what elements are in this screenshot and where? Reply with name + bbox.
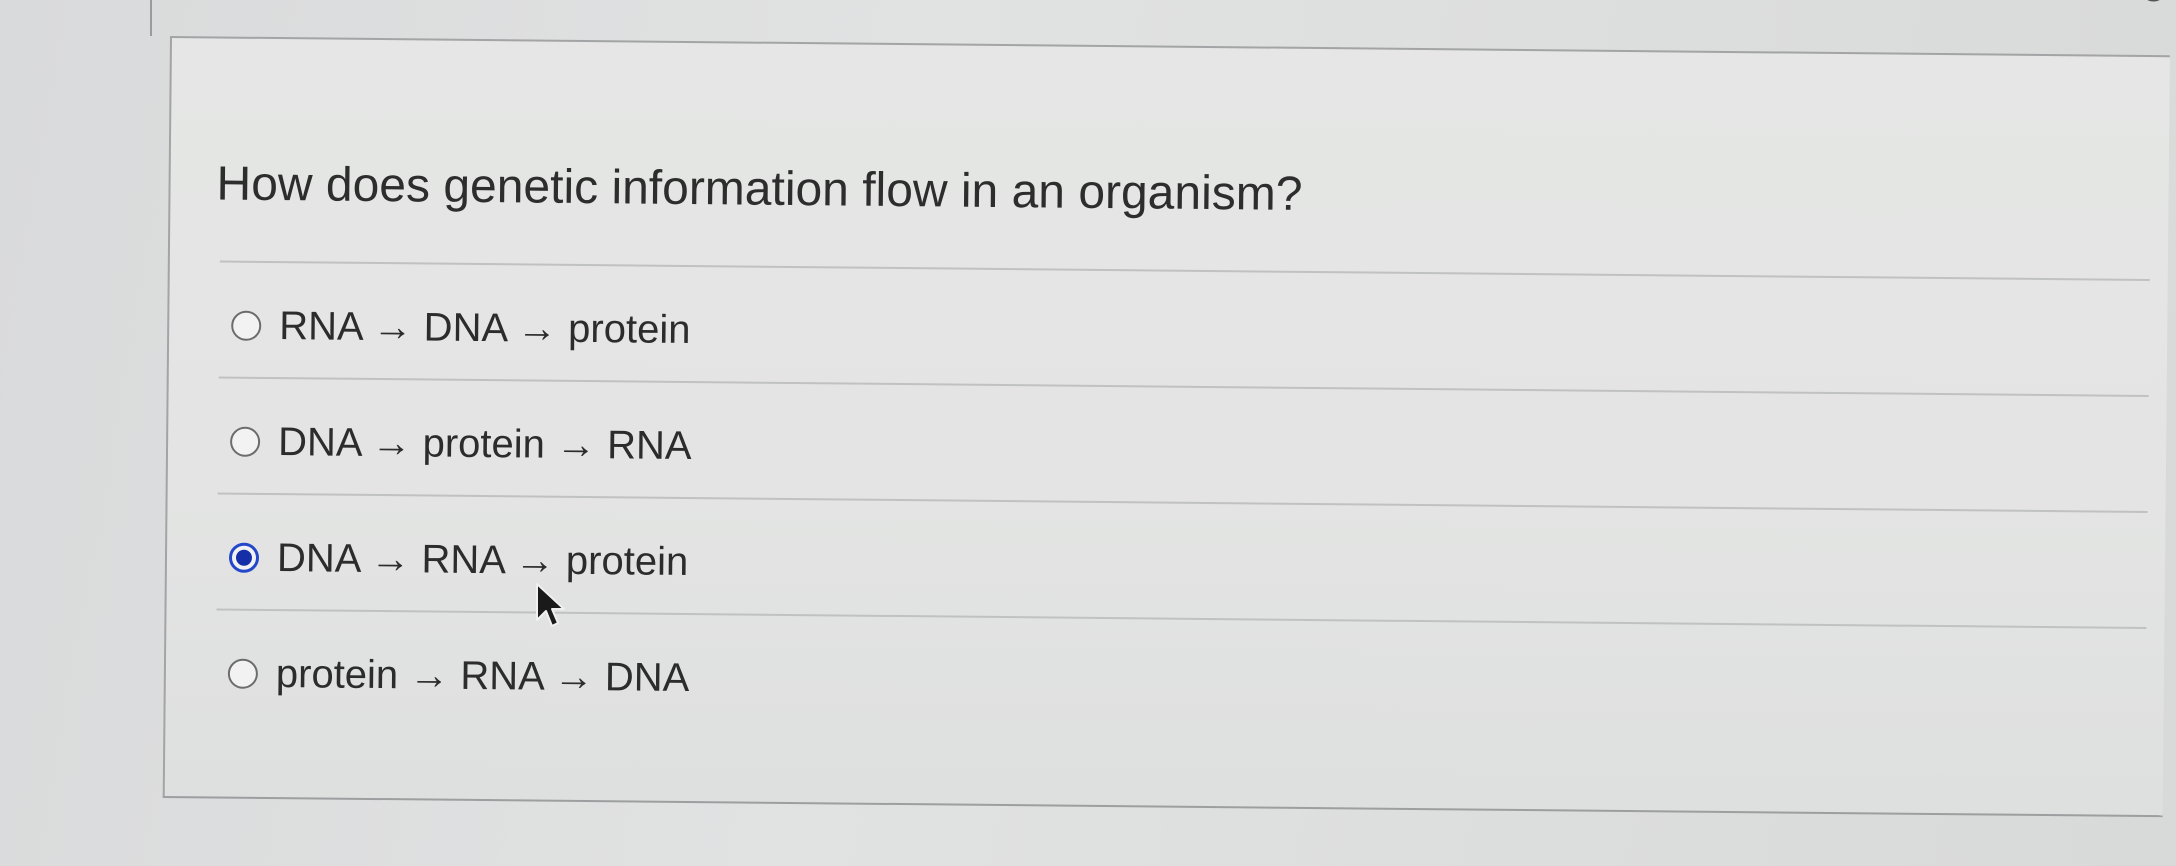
divider	[219, 260, 2150, 282]
answer-label-3: DNA → RNA → protein	[276, 535, 689, 584]
answer-option-2[interactable]: DNA → protein → RNA	[229, 412, 692, 476]
answer-option-4[interactable]: protein → RNA → DNA	[227, 644, 690, 708]
radio-button-4[interactable]	[227, 658, 259, 689]
answer-option-1[interactable]: RNA → DNA → protein	[231, 296, 691, 360]
divider	[218, 376, 2149, 398]
mouse-pointer-icon	[536, 583, 565, 627]
divider	[217, 492, 2148, 514]
question-header-frame: 5 pts	[150, 0, 2176, 36]
radio-button-3-selected[interactable]	[228, 542, 260, 573]
answer-label-4: protein → RNA → DNA	[275, 651, 690, 700]
answer-option-3[interactable]: DNA → RNA → protein	[228, 528, 689, 592]
question-card: How does genetic information flow in an …	[162, 36, 2170, 818]
radio-button-2[interactable]	[229, 426, 261, 457]
answer-label-2: DNA → protein → RNA	[277, 419, 692, 468]
divider	[216, 608, 2147, 629]
question-text: How does genetic information flow in an …	[216, 157, 1303, 221]
radio-button-1[interactable]	[231, 310, 262, 341]
answer-label-1: RNA → DNA → protein	[279, 303, 691, 352]
points-label: 5 pts	[2142, 0, 2176, 12]
